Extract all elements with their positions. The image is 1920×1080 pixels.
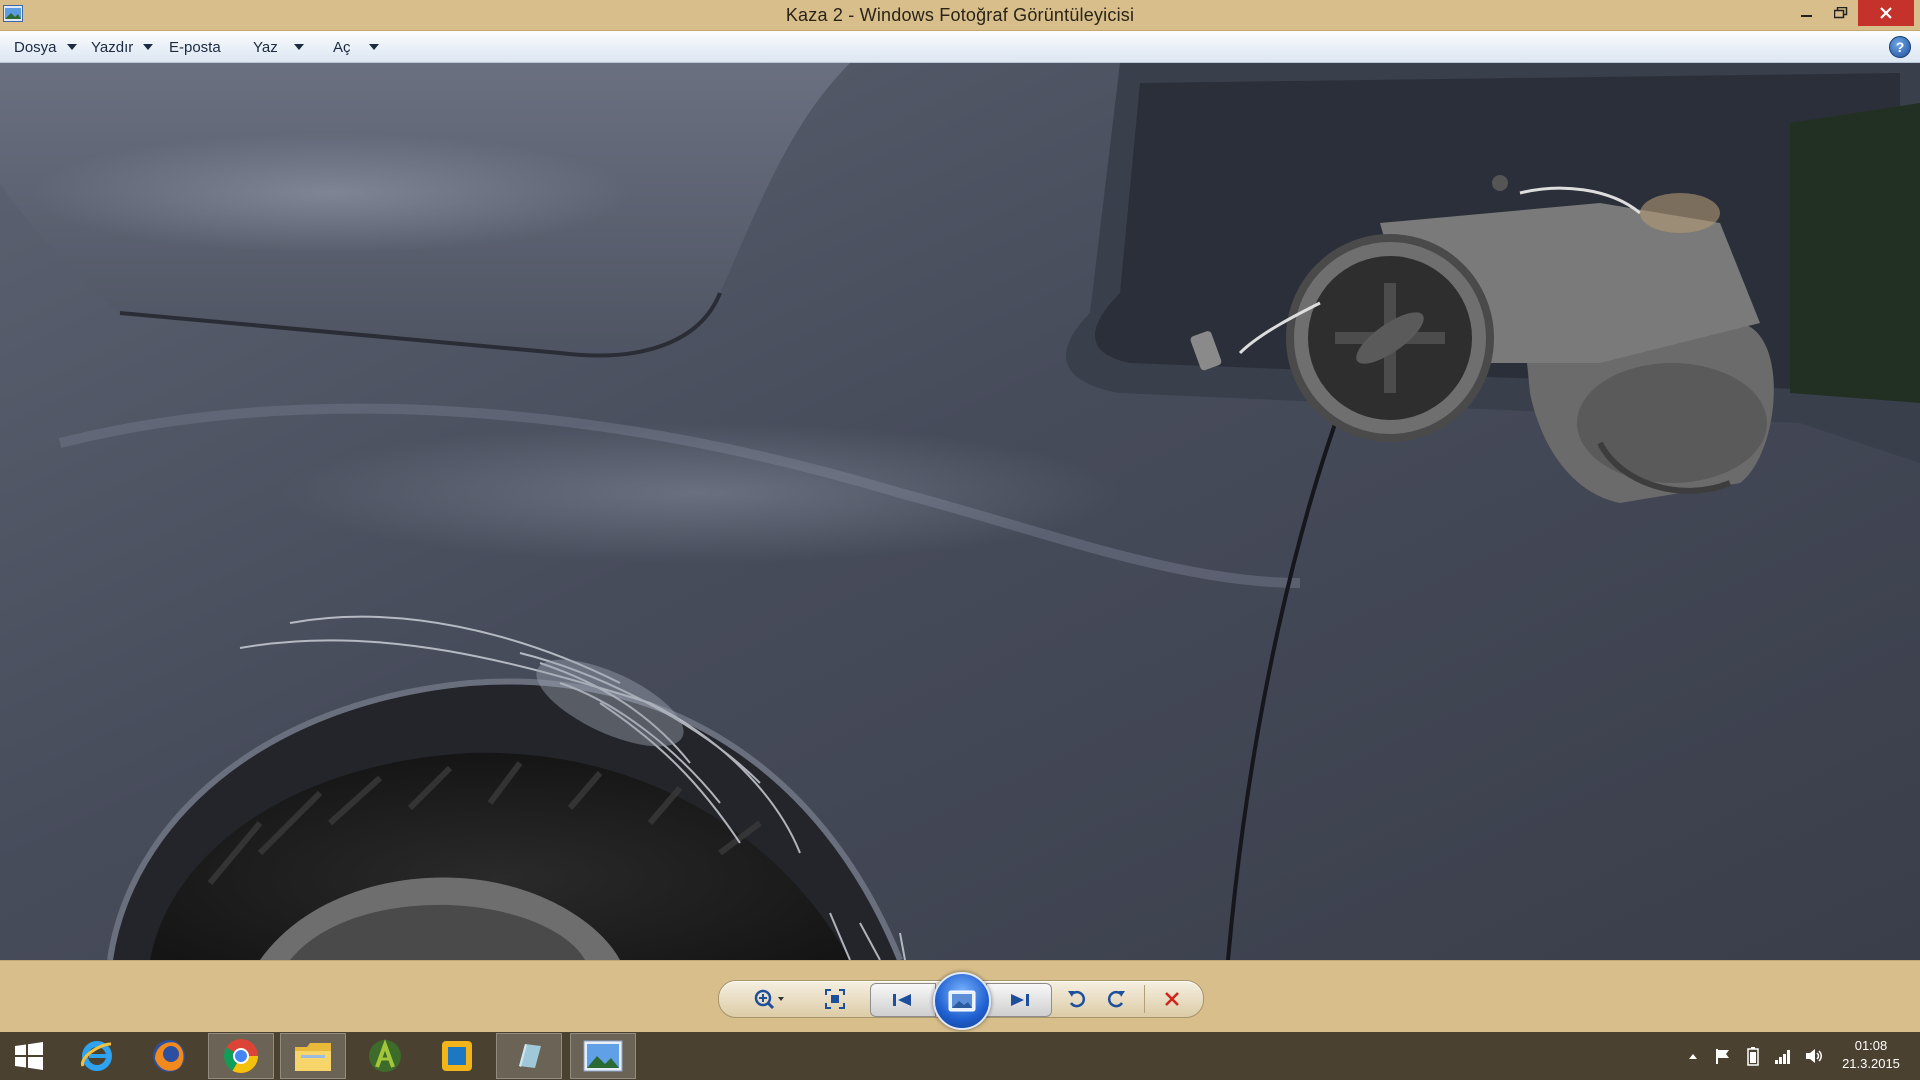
- taskbar-chrome[interactable]: [208, 1033, 274, 1079]
- rotate-counterclockwise-button[interactable]: [1060, 982, 1094, 1016]
- menu-bar: Dosya Yazdır E-posta Yaz Aç: [0, 31, 1920, 63]
- volume-button[interactable]: [1802, 1044, 1826, 1068]
- window-title: Kaza 2 - Windows Fotoğraf Görüntüleyicis…: [785, 5, 1135, 25]
- close-button[interactable]: [1858, 0, 1914, 26]
- menu-email-label: E-posta: [169, 38, 221, 56]
- next-icon: [1011, 994, 1029, 1006]
- taskbar-firefox[interactable]: [136, 1033, 202, 1079]
- restore-icon: [1834, 7, 1848, 19]
- chevron-down-icon: [368, 44, 379, 50]
- taskbar-android-studio[interactable]: [352, 1033, 418, 1079]
- menu-burn-label: Yaz: [253, 38, 278, 56]
- restore-button[interactable]: [1826, 0, 1856, 26]
- taskbar-notes[interactable]: [496, 1033, 562, 1079]
- app-icon: [442, 1041, 472, 1071]
- chevron-down-icon: [66, 44, 77, 50]
- taskbar-file-explorer[interactable]: [280, 1033, 346, 1079]
- clock-time: 01:08: [1854, 1038, 1888, 1053]
- chrome-icon: [224, 1039, 258, 1073]
- windows-start-icon: [15, 1042, 43, 1070]
- signal-icon: [1775, 1050, 1790, 1064]
- photo-viewer-icon: [583, 1040, 623, 1072]
- previous-icon: [893, 994, 911, 1006]
- network-button[interactable]: [1772, 1044, 1794, 1068]
- minimize-button[interactable]: [1792, 0, 1822, 26]
- actual-size-button[interactable]: [818, 982, 852, 1016]
- chevron-down-icon: [293, 44, 304, 50]
- zoom-icon: [754, 989, 784, 1010]
- battery-icon: [1747, 1047, 1759, 1066]
- notes-icon: [519, 1044, 541, 1068]
- slideshow-button[interactable]: [933, 972, 991, 1030]
- title-bar: Kaza 2 - Windows Fotoğraf Görüntüleyicis…: [0, 0, 1920, 31]
- close-icon: [1880, 7, 1892, 19]
- car-photo-image: [0, 63, 1920, 960]
- firefox-icon: [153, 1040, 185, 1072]
- rotate-clockwise-button[interactable]: [1099, 982, 1133, 1016]
- toolbar-separator: [1144, 985, 1145, 1013]
- rotate-clockwise-icon: [1107, 990, 1125, 1008]
- power-button[interactable]: [1742, 1044, 1764, 1068]
- minimize-icon: [1801, 15, 1812, 17]
- next-button[interactable]: [986, 983, 1052, 1017]
- taskbar-app[interactable]: [424, 1033, 490, 1079]
- menu-file[interactable]: Dosya: [14, 38, 77, 56]
- flag-icon: [1716, 1049, 1729, 1064]
- menu-open-label: Aç: [333, 38, 351, 56]
- android-studio-icon: [369, 1039, 401, 1072]
- previous-button[interactable]: [870, 983, 936, 1017]
- internet-explorer-icon: [81, 1041, 112, 1071]
- menu-print[interactable]: Yazdır: [91, 38, 154, 56]
- file-explorer-icon: [295, 1043, 331, 1071]
- help-button[interactable]: ?: [1889, 36, 1911, 58]
- start-button[interactable]: [0, 1033, 58, 1079]
- action-center-button[interactable]: [1712, 1044, 1734, 1068]
- chevron-up-icon: [1689, 1054, 1697, 1059]
- show-hidden-icons-button[interactable]: [1686, 1044, 1700, 1068]
- menu-file-label: Dosya: [14, 38, 57, 56]
- zoom-button[interactable]: [748, 982, 792, 1016]
- menu-email[interactable]: E-posta: [169, 38, 221, 56]
- clock[interactable]: 01:08 21.3.2015: [1838, 1037, 1904, 1073]
- taskbar-photo-viewer[interactable]: [570, 1033, 636, 1079]
- delete-button[interactable]: [1155, 982, 1189, 1016]
- slideshow-icon: [948, 990, 976, 1012]
- speaker-icon: [1806, 1049, 1822, 1063]
- rotate-counterclockwise-icon: [1068, 990, 1086, 1008]
- taskbar-internet-explorer[interactable]: [64, 1033, 130, 1079]
- menu-burn[interactable]: Yaz: [253, 38, 304, 56]
- delete-icon: [1165, 992, 1179, 1006]
- actual-size-icon: [825, 989, 845, 1009]
- photo-canvas[interactable]: [0, 63, 1920, 960]
- menu-print-label: Yazdır: [91, 38, 134, 56]
- chevron-down-icon: [143, 44, 154, 50]
- menu-open[interactable]: Aç: [333, 38, 379, 56]
- clock-date: 21.3.2015: [1842, 1056, 1900, 1071]
